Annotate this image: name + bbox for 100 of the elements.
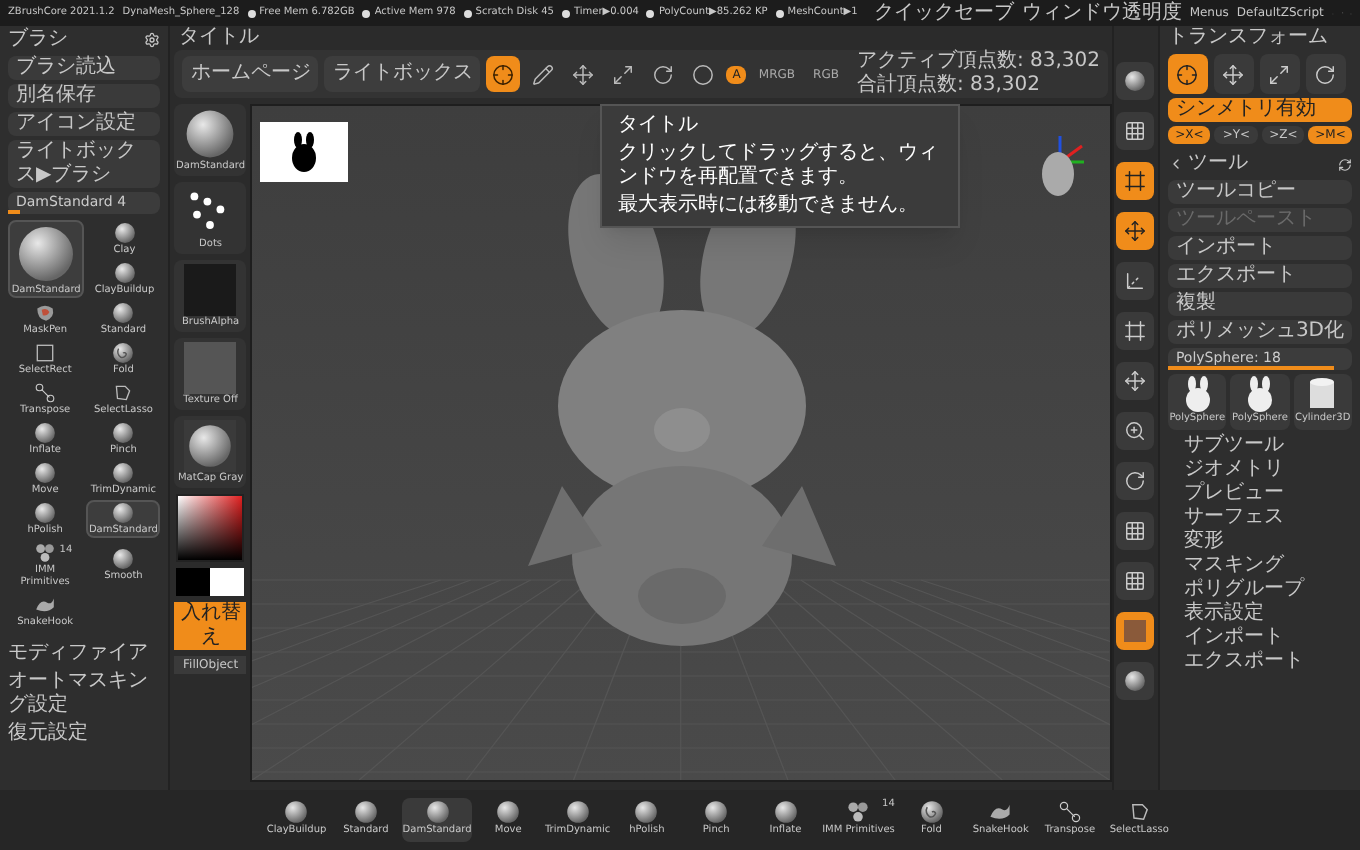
sphere-icon bbox=[284, 800, 309, 825]
transpose-icon bbox=[1057, 800, 1082, 825]
toolbar-button[interactable]: ライトボックス bbox=[324, 56, 481, 92]
tool-palette-button[interactable]: エクスポート bbox=[1167, 264, 1352, 288]
tooltip-text: 最大表示時には移動できません。 bbox=[618, 194, 920, 218]
sphere-icon bbox=[112, 548, 135, 570]
spheres-icon bbox=[846, 800, 871, 825]
spiral-icon bbox=[112, 342, 135, 364]
toolbar-button[interactable]: ホームページ bbox=[182, 56, 319, 92]
vertex-count: 合計頂点数: 83,302 bbox=[856, 74, 1043, 98]
view-control-button[interactable] bbox=[1116, 462, 1155, 500]
texture-icon bbox=[184, 342, 237, 394]
toolbar-title: タイトル bbox=[176, 26, 261, 50]
menu-item[interactable]: プレビュー bbox=[1183, 481, 1352, 505]
grid-icon bbox=[1124, 570, 1147, 592]
menu-item[interactable]: モディファイア bbox=[8, 642, 161, 666]
view-control-button[interactable] bbox=[1116, 512, 1155, 550]
title-bar-button[interactable]: ウィンドウ透明度 bbox=[1021, 1, 1182, 25]
menu-item[interactable]: サブツール bbox=[1183, 433, 1352, 457]
palette-button[interactable]: アイコン設定 bbox=[8, 112, 161, 136]
lasso-icon bbox=[112, 382, 135, 404]
menu-item[interactable]: サーフェス bbox=[1183, 505, 1352, 529]
view-control-button[interactable] bbox=[1116, 212, 1155, 250]
menu-item[interactable]: ポリグループ bbox=[1183, 577, 1352, 601]
hook-stroke-icon bbox=[34, 594, 57, 616]
tool-palette-button[interactable]: ツールコピー bbox=[1167, 180, 1352, 204]
tooltip-text: クリックしてドラッグすると、ウィンドウを再配置できます。 bbox=[618, 142, 940, 190]
swap-button[interactable]: 入れ替え bbox=[174, 602, 247, 650]
menu-item[interactable]: 変形 bbox=[1183, 529, 1352, 553]
settings-icon[interactable] bbox=[144, 32, 161, 48]
sphere-icon bbox=[16, 223, 77, 283]
mask-brush-icon bbox=[34, 302, 57, 324]
primary-color-swatch[interactable] bbox=[176, 568, 211, 596]
move-icon bbox=[1124, 370, 1147, 392]
title-bar-button[interactable]: クイックセーブ bbox=[873, 1, 1014, 25]
menu-item[interactable]: エクスポート bbox=[1183, 649, 1352, 673]
view-control-button[interactable] bbox=[1116, 412, 1155, 450]
tool-palette-button[interactable]: 複製 bbox=[1167, 292, 1352, 316]
tool-button[interactable] bbox=[486, 56, 521, 92]
sphere-icon bbox=[773, 800, 798, 825]
sphere-icon bbox=[34, 422, 57, 444]
menu-item[interactable]: 表示設定 bbox=[1183, 601, 1352, 625]
color-picker[interactable] bbox=[176, 494, 245, 562]
palette-title: ツール bbox=[1187, 152, 1248, 176]
frame-icon bbox=[1124, 170, 1147, 192]
view-control-button[interactable] bbox=[1116, 162, 1155, 200]
palette-title: ブラシ bbox=[8, 28, 68, 52]
menu-item[interactable]: 復元設定 bbox=[8, 722, 161, 746]
transform-tool-button[interactable] bbox=[1259, 54, 1300, 94]
sphere-icon bbox=[1124, 70, 1147, 92]
view-control-button[interactable] bbox=[1116, 562, 1155, 600]
menu-item[interactable]: マスキング bbox=[1183, 553, 1352, 577]
sphere-icon bbox=[565, 800, 590, 825]
sphere-icon bbox=[34, 502, 57, 524]
view-control-button[interactable] bbox=[1116, 662, 1155, 700]
move-icon bbox=[572, 63, 595, 85]
grid-icon bbox=[1124, 520, 1147, 542]
grid-icon bbox=[1124, 120, 1147, 142]
sphere-icon bbox=[112, 302, 135, 324]
sphere-icon bbox=[496, 800, 521, 825]
sphere-icon bbox=[184, 108, 237, 160]
matcap-icon bbox=[184, 420, 237, 472]
view-control-button[interactable] bbox=[1116, 112, 1155, 150]
sphere-icon bbox=[704, 800, 729, 825]
symmetry-toggle[interactable]: シンメトリ有効 bbox=[1167, 98, 1352, 122]
view-control-button[interactable] bbox=[1116, 362, 1155, 400]
dashed-square-icon bbox=[34, 342, 57, 364]
view-control-button[interactable] bbox=[1116, 612, 1155, 650]
gizmo-icon bbox=[1176, 63, 1199, 85]
cylinder-icon bbox=[1308, 376, 1337, 412]
tool-palette-button[interactable]: インポート bbox=[1167, 236, 1352, 260]
view-control-button[interactable] bbox=[1116, 62, 1155, 100]
transform-tool-button[interactable] bbox=[1167, 54, 1208, 94]
sphere-icon bbox=[1124, 670, 1147, 692]
zoom-icon bbox=[1124, 420, 1147, 442]
figure-icon bbox=[1183, 376, 1212, 412]
sphere-icon bbox=[112, 502, 135, 524]
transform-tool-button[interactable] bbox=[1213, 54, 1254, 94]
view-control-button[interactable] bbox=[1116, 262, 1155, 300]
view-control-button[interactable] bbox=[1116, 312, 1155, 350]
palette-button[interactable]: ブラシ読込 bbox=[8, 56, 161, 80]
figure-icon bbox=[1245, 376, 1274, 412]
sphere-icon bbox=[34, 462, 57, 484]
move-icon bbox=[1222, 63, 1245, 85]
pencil-icon bbox=[532, 63, 555, 85]
refresh-icon[interactable] bbox=[1338, 157, 1352, 171]
gizmo-icon bbox=[492, 63, 515, 85]
brush-alpha-icon bbox=[184, 264, 237, 316]
scale-icon bbox=[1268, 63, 1291, 85]
texture-swatch-icon bbox=[1124, 620, 1147, 642]
palette-button[interactable]: ライトボックス▶ブラシ bbox=[8, 140, 161, 188]
move-icon bbox=[1124, 220, 1147, 242]
circle-icon bbox=[692, 63, 715, 85]
transform-tool-button[interactable] bbox=[1305, 54, 1346, 94]
palette-button[interactable]: 別名保存 bbox=[8, 84, 161, 108]
secondary-color-swatch[interactable] bbox=[210, 568, 245, 596]
menu-item[interactable]: オートマスキング設定 bbox=[8, 670, 161, 718]
menu-item[interactable]: ジオメトリ bbox=[1183, 457, 1352, 481]
menu-item[interactable]: インポート bbox=[1183, 625, 1352, 649]
tool-palette-button[interactable]: ポリメッシュ3D化 bbox=[1167, 320, 1352, 344]
